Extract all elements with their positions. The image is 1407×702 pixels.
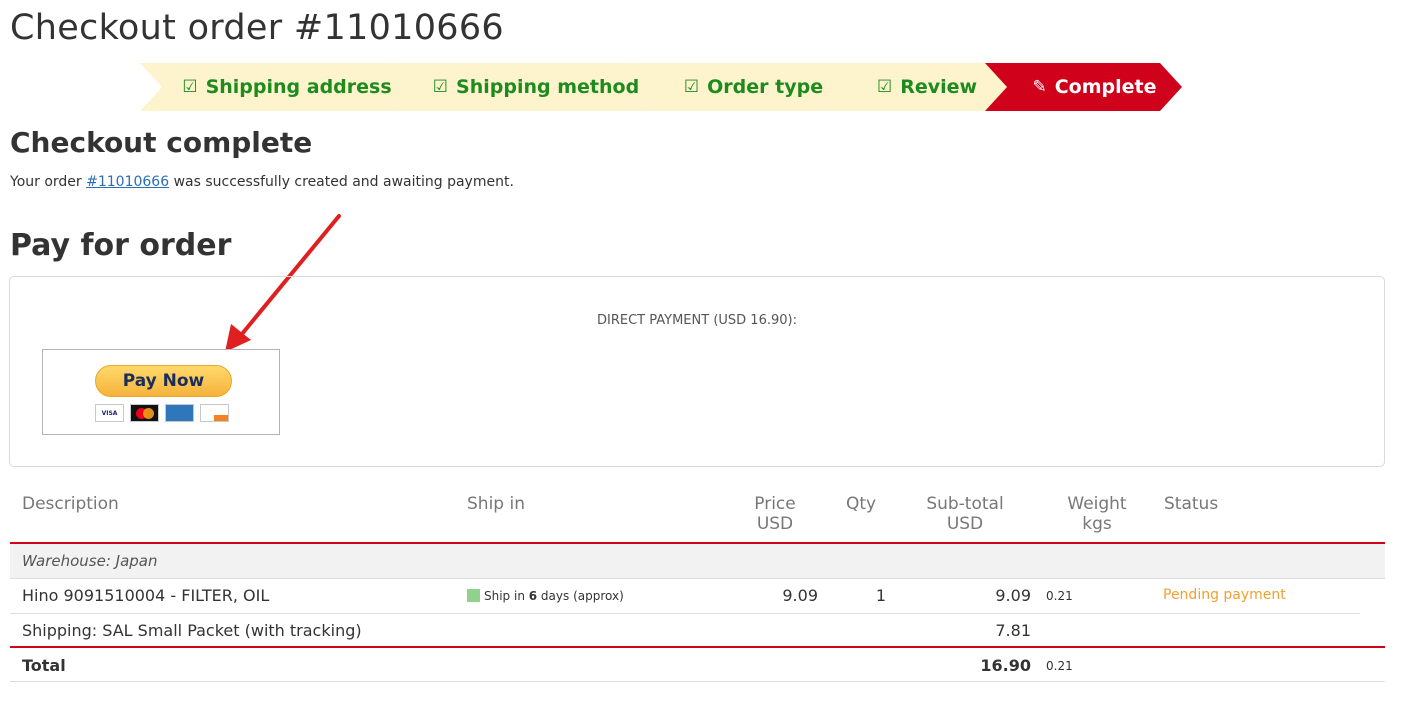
header-price-line1: Price: [754, 494, 796, 514]
step-label: Complete: [1054, 76, 1157, 98]
checkout-complete-heading: Checkout complete: [10, 126, 313, 159]
step-label: Order type: [707, 76, 824, 98]
table-bottom-border: [10, 681, 1385, 682]
discover-card-icon: [200, 404, 229, 422]
card-logos: VISA: [95, 404, 229, 422]
header-weight: Weight kgs: [1062, 494, 1132, 534]
header-status: Status: [1164, 494, 1219, 514]
item-subtotal: 9.09: [995, 586, 1031, 605]
step-order-type[interactable]: ☑ Order type: [660, 63, 847, 111]
row-divider: [10, 578, 1385, 579]
order-link[interactable]: #11010666: [86, 174, 169, 190]
item-weight: 0.21: [1046, 589, 1073, 603]
total-divider: [10, 646, 1385, 648]
paypal-pay-now-button[interactable]: Pay Now VISA: [42, 349, 280, 435]
pay-for-order-heading: Pay for order: [10, 228, 232, 263]
payment-box: DIRECT PAYMENT (USD 16.90): Pay Now VISA: [9, 276, 1385, 467]
header-description: Description: [22, 494, 119, 514]
mastercard-card-icon: [130, 404, 159, 422]
total-label: Total: [22, 656, 66, 675]
check-square-icon: ☑: [182, 77, 198, 97]
shipping-description: Shipping: SAL Small Packet (with trackin…: [22, 621, 362, 640]
ship-prefix: Ship in: [484, 589, 529, 603]
total-subtotal: 16.90: [980, 656, 1031, 675]
step-complete[interactable]: ✎ Complete: [1007, 63, 1182, 111]
header-weight-line1: Weight: [1067, 494, 1127, 514]
ship-days: 6: [528, 589, 538, 603]
header-price: Price USD: [750, 494, 800, 534]
edit-icon: ✎: [1032, 77, 1047, 97]
item-status-badge: Pending payment: [1163, 587, 1286, 603]
warehouse-label: Warehouse: Japan: [22, 552, 158, 570]
header-subtotal-line2: USD: [946, 514, 984, 534]
amex-card-icon: [165, 404, 194, 422]
row-divider: [10, 613, 1360, 614]
warehouse-row: Warehouse: Japan: [10, 544, 1385, 578]
item-price: 9.09: [782, 586, 818, 605]
item-qty: 1: [875, 586, 886, 605]
step-label: Review: [900, 76, 978, 98]
header-subtotal: Sub-total USD: [925, 494, 1005, 534]
page-title: Checkout order #11010666: [10, 8, 504, 48]
direct-payment-label: DIRECT PAYMENT (USD 16.90):: [597, 313, 797, 328]
item-description: Hino 9091510004 - FILTER, OIL: [22, 586, 270, 605]
checkout-steps: ☑ Shipping address ☑ Shipping method ☑ O…: [140, 63, 1200, 111]
order-message: Your order #11010666 was successfully cr…: [10, 174, 514, 190]
step-shipping-method[interactable]: ☑ Shipping method: [412, 63, 660, 111]
check-square-icon: ☑: [876, 77, 893, 97]
ship-suffix: days (approx): [537, 589, 624, 603]
ship-status-square-icon: [467, 589, 480, 602]
message-suffix: was successfully created and awaiting pa…: [169, 174, 514, 190]
pay-now-label: Pay Now: [95, 365, 232, 397]
step-review[interactable]: ☑ Review: [847, 63, 1007, 111]
visa-card-icon: VISA: [95, 404, 124, 422]
item-ship-in: Ship in 6 days (approx): [467, 589, 624, 603]
header-subtotal-line1: Sub-total: [926, 494, 1004, 514]
header-qty: Qty: [846, 494, 877, 514]
step-label: Shipping method: [456, 76, 640, 98]
message-prefix: Your order: [10, 174, 87, 190]
header-price-line2: USD: [756, 514, 794, 534]
header-ship-in: Ship in: [467, 494, 525, 514]
header-weight-line2: kgs: [1082, 514, 1112, 534]
step-label: Shipping address: [205, 76, 392, 98]
shipping-subtotal: 7.81: [995, 621, 1031, 640]
check-square-icon: ☑: [432, 77, 449, 97]
step-shipping-address[interactable]: ☑ Shipping address: [162, 63, 412, 111]
total-weight: 0.21: [1046, 659, 1073, 673]
check-square-icon: ☑: [683, 77, 700, 97]
